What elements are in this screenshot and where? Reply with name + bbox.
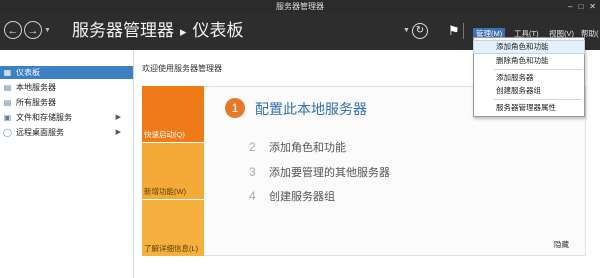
breadcrumb-root[interactable]: 服务器管理器 [72, 21, 174, 40]
welcome-heading: 欢迎使用服务器管理器 [142, 64, 222, 73]
tile-label: 了解详细信息(L) [144, 244, 199, 253]
header-divider [463, 23, 464, 39]
sidebar-item-remote-desktop[interactable]: ◯ 远程桌面服务 ▶ [0, 126, 133, 139]
forward-arrow-icon[interactable]: → [24, 21, 42, 39]
menu-item-create-server-group[interactable]: 创建服务器组 [474, 85, 584, 97]
step-number: 3 [249, 165, 256, 179]
menu-item-add-servers[interactable]: 添加服务器 [474, 72, 584, 84]
refresh-dropdown-icon[interactable]: ▼ [403, 27, 410, 34]
menu-item-add-roles[interactable]: 添加角色和功能 [473, 40, 585, 54]
sidebar-item-local-server[interactable]: ▤ 本地服务器 [0, 81, 133, 94]
step-label[interactable]: 添加角色和功能 [269, 142, 346, 154]
menu-divider [494, 69, 582, 70]
step-label[interactable]: 添加要管理的其他服务器 [269, 167, 390, 179]
tile-learn-more[interactable]: 了解详细信息(L) [142, 200, 204, 256]
minimize-icon[interactable]: – [568, 0, 572, 13]
notifications-flag-icon[interactable]: ⚑ [448, 23, 460, 39]
back-arrow-icon[interactable]: ← [4, 21, 22, 39]
tile-whats-new[interactable]: 新增功能(W) [142, 143, 204, 199]
sidebar-item-dashboard[interactable]: ▦ 仪表板 [0, 66, 133, 79]
tile-label: 新增功能(W) [144, 187, 187, 196]
menu-item-label: 删除角色和功能 [496, 56, 549, 65]
breadcrumb: 服务器管理器 ▸ 仪表板 [72, 19, 244, 44]
step-number-badge: 1 [225, 98, 245, 118]
breadcrumb-separator-icon: ▸ [180, 24, 187, 39]
sidebar-item-label: 本地服务器 [16, 83, 56, 92]
step-label[interactable]: 配置此本地服务器 [255, 99, 367, 119]
step-label[interactable]: 创建服务器组 [269, 191, 335, 203]
window-titlebar: 服务器管理器 – □ ✕ [0, 0, 600, 13]
tile-label: 快速启动(Q) [144, 130, 185, 139]
menu-item-label: 创建服务器组 [496, 86, 541, 95]
step-number: 4 [249, 189, 256, 203]
server-icon: ▤ [3, 83, 12, 92]
hide-link[interactable]: 隐藏 [554, 239, 569, 250]
storage-icon: ▣ [3, 113, 12, 122]
welcome-tiles: 快速启动(Q) 新增功能(W) 了解详细信息(L) [142, 86, 204, 256]
servers-icon: ▤ [3, 98, 12, 107]
sidebar-item-file-storage[interactable]: ▣ 文件和存储服务 ▶ [0, 111, 133, 124]
chevron-right-icon[interactable]: ▶ [116, 126, 121, 139]
sidebar-item-label: 文件和存储服务 [16, 113, 72, 122]
menu-item-remove-roles[interactable]: 删除角色和功能 [474, 55, 584, 67]
menu-item-properties[interactable]: 服务器管理器属性 [474, 102, 584, 114]
sidebar-item-label: 远程桌面服务 [16, 128, 64, 137]
step-create-server-group[interactable]: 4 创建服务器组 [249, 188, 335, 204]
manage-menu-dropdown: 添加角色和功能 删除角色和功能 添加服务器 创建服务器组 服务器管理器属性 [473, 37, 585, 117]
refresh-icon[interactable]: ↻ [412, 23, 428, 39]
menu-item-label: 服务器管理器属性 [496, 103, 556, 112]
menu-item-label: 添加服务器 [496, 73, 534, 82]
sidebar-item-label: 所有服务器 [16, 98, 56, 107]
step-number: 2 [249, 140, 256, 154]
window-title: 服务器管理器 [276, 2, 324, 11]
sidebar-item-label: 仪表板 [16, 68, 40, 77]
step-add-roles[interactable]: 2 添加角色和功能 [249, 139, 346, 155]
remote-desktop-icon: ◯ [3, 128, 12, 137]
menu-divider [494, 99, 582, 100]
step-add-servers[interactable]: 3 添加要管理的其他服务器 [249, 164, 390, 180]
dashboard-icon: ▦ [3, 68, 12, 77]
maximize-icon[interactable]: □ [578, 0, 583, 13]
chevron-right-icon[interactable]: ▶ [116, 111, 121, 124]
nav-history-dropdown-icon[interactable]: ▼ [44, 27, 51, 34]
close-icon[interactable]: ✕ [589, 0, 596, 13]
window-controls: – □ ✕ [568, 0, 596, 13]
page-title: 仪表板 [192, 21, 244, 40]
menu-item-label: 添加角色和功能 [496, 42, 549, 51]
sidebar: ▦ 仪表板 ▤ 本地服务器 ▤ 所有服务器 ▣ 文件和存储服务 ▶ ◯ 远程桌面… [0, 50, 134, 278]
tile-quick-start[interactable]: 快速启动(Q) [142, 86, 204, 142]
sidebar-item-all-servers[interactable]: ▤ 所有服务器 [0, 96, 133, 109]
